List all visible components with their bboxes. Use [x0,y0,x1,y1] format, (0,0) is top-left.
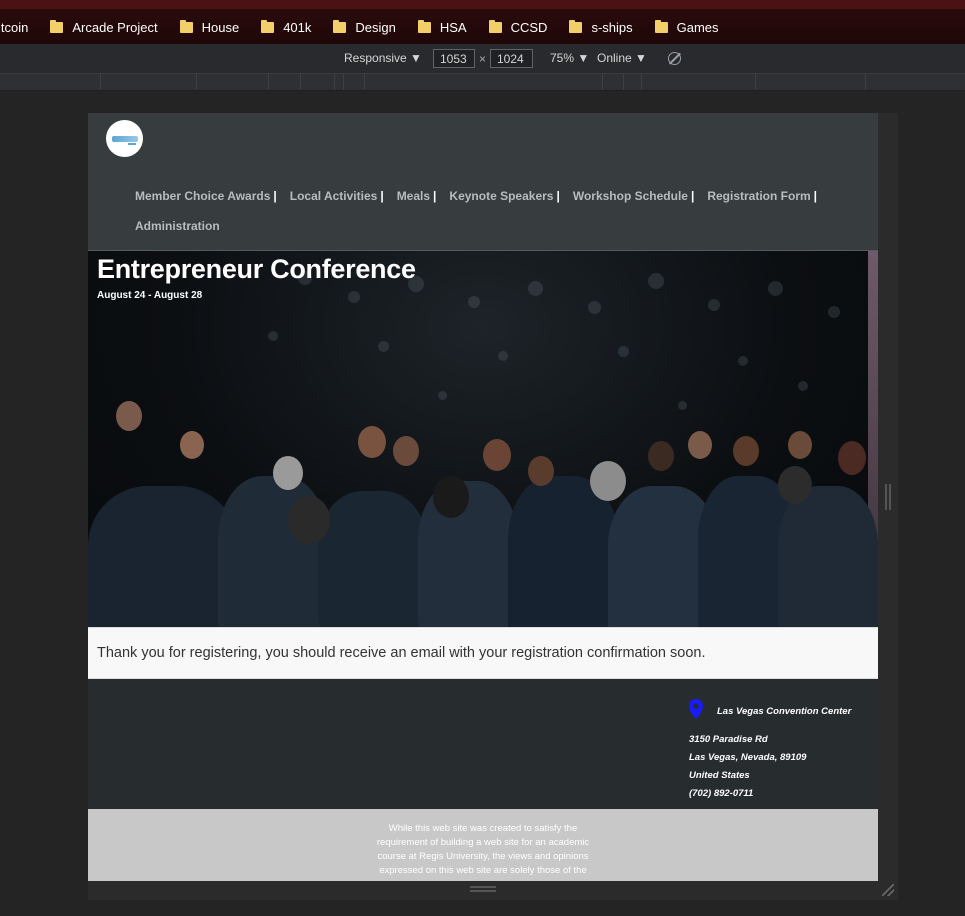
nav-label: Administration [135,219,220,233]
nav-label: Member Choice Awards [135,189,271,203]
folder-icon [333,19,347,33]
nav-label: Local Activities [289,189,378,203]
site-logo[interactable] [106,120,143,157]
venue-phone[interactable]: (702) 892-0711 [689,788,753,799]
folder-icon [488,19,502,33]
registration-confirmation-message: Thank you for registering, you should re… [88,627,878,679]
dimension-separator: × [479,52,487,66]
bookmark-label: CCSD [510,19,548,35]
bookmark-folder-ccsd[interactable]: CCSD [488,19,548,35]
site-header: Member Choice Awards | Local Activities | … [88,113,878,251]
bookmark-folder-hsa[interactable]: HSA [417,19,467,35]
bookmark-folder-401k[interactable]: 401k [261,19,312,35]
nav-registration-form[interactable]: Registration Form | [707,189,817,203]
nav-separator: | [813,189,818,203]
media-query-ruler[interactable] [0,74,965,91]
bookmark-label: itcoin [0,19,29,35]
device-toolbar: Responsive ▼ 1053 × 1024 75% ▼ Online ▼ [0,44,965,74]
conference-dates: August 24 - August 28 [97,290,203,301]
bookmark-label: Design [355,19,396,35]
bookmark-label: 401k [283,19,312,35]
viewport-height-input[interactable]: 1024 [490,49,533,68]
bookmark-label: Arcade Project [72,19,158,35]
map-pin-icon [689,699,703,719]
nav-separator: | [433,189,437,203]
nav-separator: | [273,189,277,203]
nav-meals[interactable]: Meals | [397,189,437,203]
bookmark-bitcoin[interactable]: itcoin [0,20,28,35]
viewport-width-input[interactable]: 1053 [433,49,475,68]
logo-mark [111,135,138,145]
emulated-viewport: Member Choice Awards | Local Activities | … [88,113,878,881]
resize-corner-handle[interactable] [882,884,894,896]
folder-icon [179,19,193,33]
disable-cache-icon[interactable] [668,52,681,65]
resize-height-handle[interactable] [470,886,496,892]
network-throttle-dropdown[interactable]: Online ▼ [597,51,647,65]
bookmark-folder-arcade-project[interactable]: Arcade Project [50,19,158,35]
bookmark-label: HSA [439,19,467,35]
nav-label: Keynote Speakers [449,189,554,203]
resize-width-handle[interactable] [885,484,891,510]
folder-icon [417,19,431,33]
venue-city: Las Vegas, Nevada, 89109 [689,752,807,763]
bookmark-label: House [201,19,240,35]
device-mode-dropdown[interactable]: Responsive ▼ [344,51,422,65]
conference-title: Entrepreneur Conference [97,254,416,284]
nav-separator: | [690,189,695,203]
bookmark-folder-design[interactable]: Design [333,19,396,35]
bookmark-label: Games [676,19,719,35]
folder-icon [569,19,583,33]
venue-country: United States [689,770,750,781]
nav-keynote-speakers[interactable]: Keynote Speakers | [449,189,559,203]
nav-local-activities[interactable]: Local Activities | [290,189,384,203]
bookmark-folder-games[interactable]: Games [654,19,719,35]
folder-icon [261,19,275,33]
disclaimer-section: While this web site was created to satis… [88,809,878,881]
zoom-dropdown[interactable]: 75% ▼ [550,51,589,65]
main-navigation: Member Choice Awards | Local Activities | … [135,181,835,241]
folder-icon [654,19,668,33]
nav-separator: | [556,189,560,203]
nav-separator: | [380,189,384,203]
bookmark-label: s-ships [591,19,633,35]
bookmarks-bar: itcoin Arcade Project House 401k Design … [0,0,965,44]
bookmark-folder-s-ships[interactable]: s-ships [569,19,633,35]
venue-footer: Las Vegas Convention Center 3150 Paradis… [88,679,878,809]
bookmark-folder-house[interactable]: House [179,19,240,35]
venue-name: Las Vegas Convention Center [717,706,852,717]
nav-label: Meals [396,189,431,203]
folder-icon [50,19,64,33]
nav-label: Registration Form [707,189,811,203]
venue-street: 3150 Paradise Rd [689,734,768,745]
nav-workshop-schedule[interactable]: Workshop Schedule | [573,189,695,203]
hero-banner: Entrepreneur Conference August 24 - Augu… [88,251,878,627]
nav-administration[interactable]: Administration [135,219,220,233]
disclaimer-text: While this web site was created to satis… [376,823,590,876]
nav-label: Workshop Schedule [572,189,688,203]
nav-member-choice-awards[interactable]: Member Choice Awards | [135,189,277,203]
